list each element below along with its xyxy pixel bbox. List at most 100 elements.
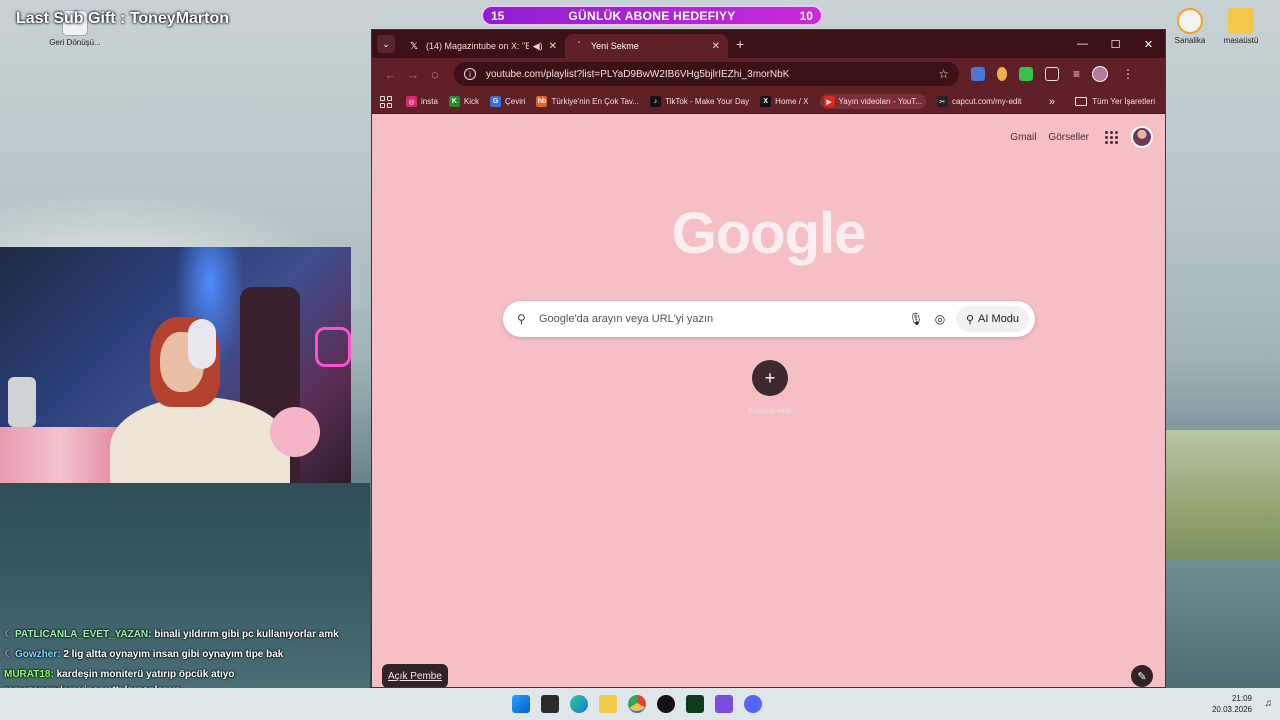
bookmark-label: Home / X (775, 97, 809, 106)
bookmark-kick[interactable]: K Kick (448, 96, 479, 107)
masaustu-folder-shortcut[interactable]: masaüstü (1213, 8, 1269, 45)
tab-new-tab[interactable]: ` Yeni Sekme ✕ (565, 34, 728, 58)
kebab-menu-icon[interactable]: ⋮ (1122, 67, 1134, 81)
obs-icon[interactable] (657, 695, 675, 713)
discord-icon[interactable] (744, 695, 762, 713)
close-window-icon[interactable]: ✕ (1132, 38, 1165, 51)
forward-arrow-icon[interactable]: → (402, 67, 424, 82)
new-tab-button[interactable]: + (736, 36, 744, 52)
x-logo-icon: X (760, 96, 772, 107)
google-search-box[interactable]: ⚲ 🎙 ◎ ⚲ AI Modu (503, 301, 1035, 337)
all-bookmarks-label: Tüm Yer İşaretleri (1092, 97, 1155, 106)
desktop-icon-label: masaüstü (1223, 36, 1259, 45)
adblock-extension-icon[interactable] (1019, 67, 1033, 81)
bookmark-ceviri[interactable]: G Çeviri (490, 96, 525, 107)
capcut-icon: ✂ (936, 96, 948, 107)
close-icon[interactable]: ✕ (549, 41, 557, 52)
bookmark-label: Türkiye'nin En Çok Tav... (551, 97, 639, 106)
customize-pencil-icon[interactable]: ✎ (1131, 665, 1153, 687)
bookmark-insta[interactable]: ◎ insta (406, 96, 438, 107)
streaming-app-icon[interactable] (715, 695, 733, 713)
tiktok-icon: ♪ (649, 96, 661, 107)
webcam-headset (188, 319, 216, 369)
edge-icon[interactable] (570, 695, 588, 713)
ai-mode-button[interactable]: ⚲ AI Modu (955, 306, 1029, 332)
all-bookmarks-folder[interactable]: Tüm Yer İşaretleri (1075, 97, 1155, 106)
folder-icon (1075, 97, 1088, 106)
plus-icon: + (764, 367, 776, 388)
new-tab-page: Gmail Görseller Google ⚲ 🎙 ◎ ⚲ AI Modu +… (372, 114, 1165, 687)
back-arrow-icon[interactable]: ← (380, 67, 402, 82)
moon-badge-icon: ☾ (4, 629, 13, 640)
bookmark-hepsiburada[interactable]: hb Türkiye'nin En Çok Tav... (536, 96, 639, 107)
kick-app-icon[interactable] (686, 695, 704, 713)
sanalika-shortcut[interactable]: Sanalika (1162, 8, 1218, 45)
profile-avatar-icon[interactable] (1092, 66, 1109, 82)
tab-magazintube[interactable]: 𝕏 (14) Magazintube on X: "Bilal ◀) ✕ (400, 34, 565, 58)
bookmark-label: capcut.com/my-edit (951, 97, 1022, 106)
webcam-cup (8, 377, 36, 427)
bookmark-label: Yayın videoları - YouT... (838, 97, 922, 106)
webcam-flowers (0, 427, 120, 483)
top-links: Gmail Görseller (1010, 126, 1153, 148)
chevron-down-icon: ⌄ (382, 38, 390, 49)
task-view-icon[interactable] (541, 695, 559, 713)
chrome-icon[interactable] (628, 695, 646, 713)
chat-username: MURAT18: (4, 669, 54, 680)
google-lens-icon[interactable]: ◎ (928, 312, 952, 326)
minimize-icon[interactable]: — (1066, 38, 1099, 50)
reading-list-icon[interactable]: ≡ (1073, 67, 1080, 81)
address-bar[interactable]: i youtube.com/playlist?list=PLYaD9BwW2IB… (454, 62, 959, 86)
bookmark-tiktok[interactable]: ♪ TikTok - Make Your Day (649, 96, 749, 107)
kick-icon: K (448, 96, 460, 107)
close-icon[interactable]: ✕ (712, 41, 720, 52)
bookmark-youtube-videos[interactable]: ▶ Yayın videoları - YouT... (819, 94, 926, 109)
windows-start-icon[interactable] (512, 695, 530, 713)
add-shortcut-label: Kısayol ekle (748, 406, 792, 415)
clock-date: 20.03.2026 (1211, 705, 1252, 714)
extension-icon[interactable] (997, 67, 1007, 81)
chat-message: ☾ PATLICANLA_EVET_YAZAN: binali yıldırım … (4, 628, 366, 642)
sanalika-icon (1177, 8, 1203, 34)
file-explorer-icon[interactable] (599, 695, 617, 713)
site-info-icon[interactable]: i (464, 68, 476, 80)
gmail-link[interactable]: Gmail (1010, 132, 1036, 143)
address-bar-url: youtube.com/playlist?list=PLYaD9BwW2IB6V… (486, 68, 790, 80)
add-shortcut-button[interactable]: + (752, 360, 788, 396)
windows-taskbar: 21:09 20.03.2026 ♫ (0, 688, 1280, 720)
goal-target: 10 (799, 8, 813, 23)
tab-strip: ⌄ 𝕏 (14) Magazintube on X: "Bilal ◀) ✕ `… (372, 30, 1165, 58)
chrome-window: ⌄ 𝕏 (14) Magazintube on X: "Bilal ◀) ✕ `… (371, 29, 1166, 688)
bookmark-capcut[interactable]: ✂ capcut.com/my-edit (936, 96, 1022, 107)
webcam-feed (0, 247, 351, 483)
new-tab-icon: ` (577, 40, 581, 52)
moon-badge-icon: ☾ (4, 649, 13, 660)
stop-loading-icon[interactable]: ◌ (424, 67, 446, 82)
theme-name-button[interactable]: Açık Pembe (382, 664, 448, 687)
goal-current: 15 (491, 8, 505, 23)
bookmark-x-home[interactable]: X Home / X (760, 96, 809, 107)
images-link[interactable]: Görseller (1048, 132, 1089, 143)
tab-search-button[interactable]: ⌄ (377, 35, 395, 53)
chat-message: MURAT18: kardeşin moniterü yatırıp öpcük… (4, 668, 366, 682)
chat-message: ☾ Gowzher: 2 lig altta oynayım insan gibi… (4, 648, 366, 662)
bookmark-star-icon[interactable]: ☆ (938, 67, 949, 81)
maximize-icon[interactable]: ☐ (1099, 38, 1132, 51)
microphone-icon[interactable]: 🎙 (904, 312, 928, 326)
speaker-icon[interactable]: ◀) (533, 41, 543, 52)
puzzle-extensions-icon[interactable] (1045, 67, 1059, 81)
chat-text: binali yıldırım gibi pc kullanıyorlar am… (154, 629, 339, 640)
hepsiburada-icon: hb (536, 96, 548, 107)
translate-extension-icon[interactable] (971, 67, 985, 81)
chat-text: kardeşin moniterü yatırıp öpcük atıyo (56, 669, 235, 680)
bookmarks-overflow-icon[interactable]: » (1049, 96, 1055, 108)
account-avatar[interactable] (1131, 126, 1153, 148)
tab-title: Yeni Sekme (591, 41, 639, 51)
instagram-icon: ◎ (406, 96, 417, 107)
taskbar-clock[interactable]: 21:09 20.03.2026 (1212, 693, 1252, 715)
search-input[interactable] (539, 313, 904, 325)
last-sub-gift-text: Last Sub Gift : ToneyMarton (16, 10, 230, 27)
apps-grid-icon[interactable] (380, 95, 392, 108)
notification-bell-icon[interactable]: ♫ (1265, 698, 1273, 709)
google-apps-icon[interactable] (1105, 131, 1118, 144)
